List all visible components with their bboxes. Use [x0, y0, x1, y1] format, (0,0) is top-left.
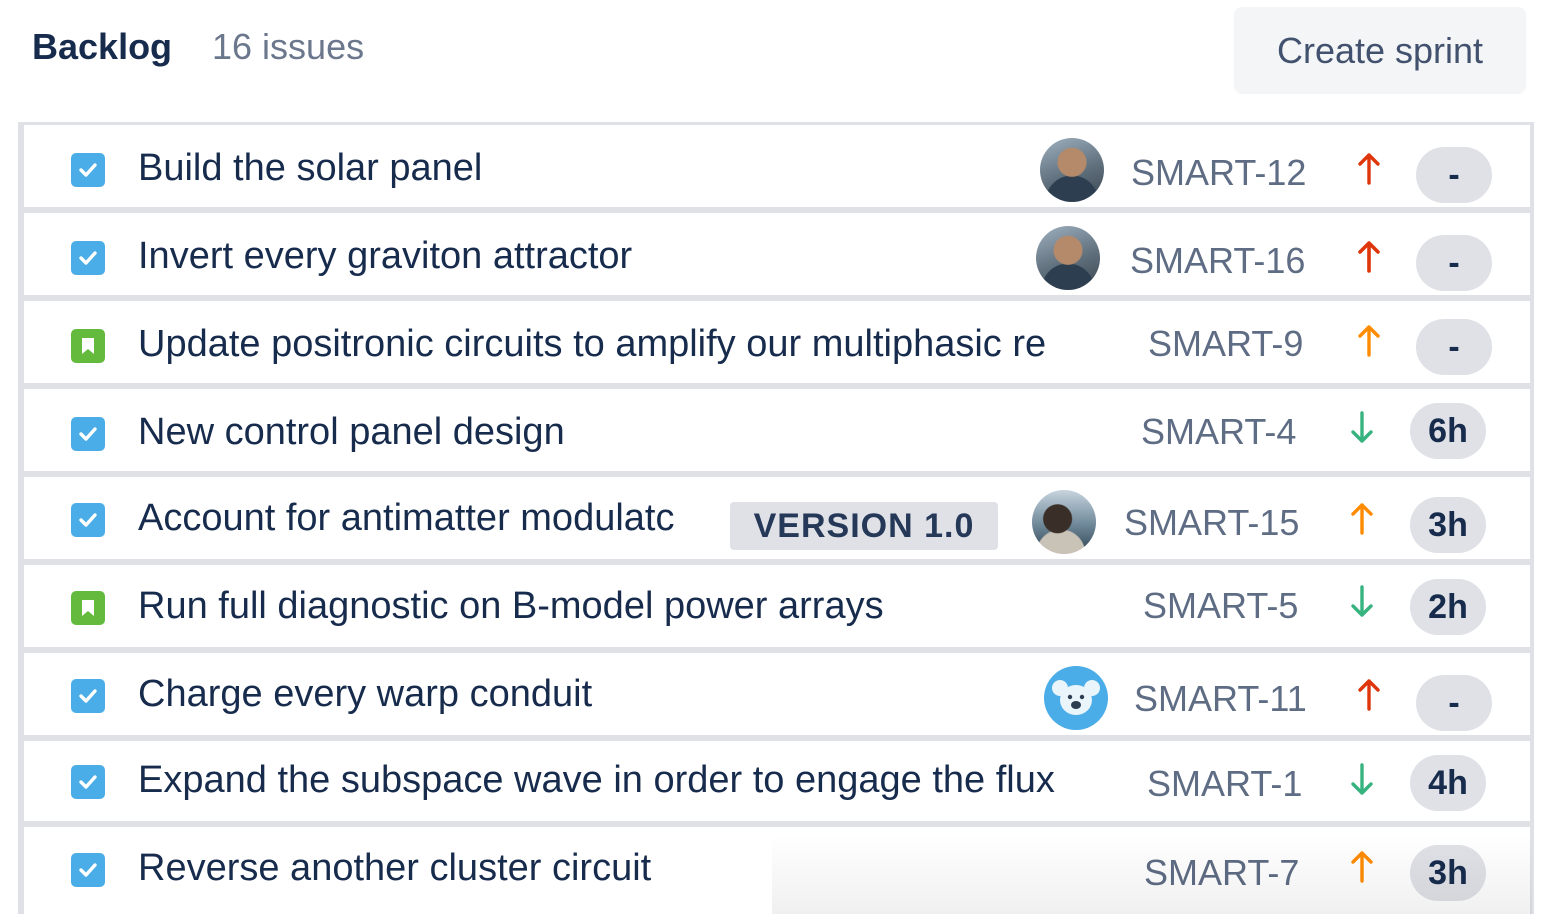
priority-up-icon	[1347, 497, 1377, 537]
issue-key[interactable]: SMART-11	[1134, 678, 1307, 720]
assignee-avatar[interactable]	[1036, 226, 1100, 290]
issue-key[interactable]: SMART-7	[1144, 852, 1299, 894]
priority-up-icon	[1354, 673, 1384, 713]
issue-key[interactable]: SMART-15	[1124, 502, 1299, 544]
assignee-avatar[interactable]	[1040, 138, 1104, 202]
issue-row[interactable]: Charge every warp conduit SMART-11 -	[24, 653, 1530, 735]
issue-key[interactable]: SMART-4	[1141, 411, 1296, 453]
issue-summary: Build the solar panel	[138, 147, 483, 189]
estimate-badge: -	[1416, 235, 1492, 291]
issue-row[interactable]: Reverse another cluster circuit SMART-7 …	[24, 827, 1530, 914]
story-icon	[71, 591, 105, 625]
priority-up-icon	[1354, 319, 1384, 359]
task-icon	[71, 241, 105, 275]
create-sprint-button[interactable]: Create sprint	[1234, 7, 1526, 94]
issue-summary: Update positronic circuits to amplify ou…	[138, 323, 1047, 365]
priority-down-icon	[1347, 409, 1377, 449]
backlog-panel: Backlog 16 issues Create sprint Build th…	[0, 0, 1550, 914]
koala-avatar[interactable]	[1044, 666, 1108, 730]
issue-key[interactable]: SMART-16	[1130, 240, 1305, 282]
estimate-badge: -	[1416, 147, 1492, 203]
issue-row[interactable]: Account for antimatter modulatc VERSION …	[24, 477, 1530, 559]
priority-up-icon	[1347, 845, 1377, 885]
task-icon	[71, 417, 105, 451]
issue-row[interactable]: New control panel design SMART-4 6h	[24, 389, 1530, 471]
task-icon	[71, 853, 105, 887]
priority-up-icon	[1354, 147, 1384, 187]
issue-summary: Expand the subspace wave in order to eng…	[138, 759, 1055, 801]
issue-summary: Reverse another cluster circuit	[138, 847, 652, 889]
issue-summary: New control panel design	[138, 411, 565, 453]
estimate-badge: 6h	[1410, 403, 1486, 459]
issue-key[interactable]: SMART-12	[1131, 152, 1306, 194]
estimate-badge: 2h	[1410, 579, 1486, 635]
issue-summary: Charge every warp conduit	[138, 673, 593, 715]
backlog-title: Backlog	[32, 26, 173, 67]
issue-summary: Invert every graviton attractor	[138, 235, 633, 277]
estimate-badge: 4h	[1410, 755, 1486, 811]
estimate-badge: -	[1416, 675, 1492, 731]
task-icon	[71, 679, 105, 713]
backlog-header: Backlog 16 issues Create sprint	[0, 0, 1550, 110]
issue-key[interactable]: SMART-1	[1147, 763, 1302, 805]
issue-count: 16 issues	[212, 26, 365, 67]
issue-row[interactable]: Run full diagnostic on B-model power arr…	[24, 565, 1530, 647]
priority-down-icon	[1347, 583, 1377, 623]
issue-list: Build the solar panel SMART-12 - Invert …	[18, 122, 1534, 914]
assignee-avatar[interactable]	[1032, 490, 1096, 554]
issue-row[interactable]: Build the solar panel SMART-12 -	[24, 125, 1530, 207]
issue-row[interactable]: Invert every graviton attractor SMART-16…	[24, 213, 1530, 295]
task-icon	[71, 765, 105, 799]
issue-key[interactable]: SMART-5	[1143, 585, 1298, 627]
version-badge[interactable]: VERSION 1.0	[730, 502, 998, 550]
priority-down-icon	[1347, 761, 1377, 801]
priority-up-icon	[1354, 235, 1384, 275]
issue-summary: Account for antimatter modulatc	[138, 497, 675, 539]
estimate-badge: 3h	[1410, 497, 1486, 553]
issue-key[interactable]: SMART-9	[1148, 323, 1303, 365]
story-icon	[71, 329, 105, 363]
estimate-badge: 3h	[1410, 845, 1486, 901]
estimate-badge: -	[1416, 319, 1492, 375]
task-icon	[71, 503, 105, 537]
issue-row[interactable]: Update positronic circuits to amplify ou…	[24, 301, 1530, 383]
task-icon	[71, 153, 105, 187]
issue-summary: Run full diagnostic on B-model power arr…	[138, 585, 884, 627]
issue-row[interactable]: Expand the subspace wave in order to eng…	[24, 741, 1530, 821]
